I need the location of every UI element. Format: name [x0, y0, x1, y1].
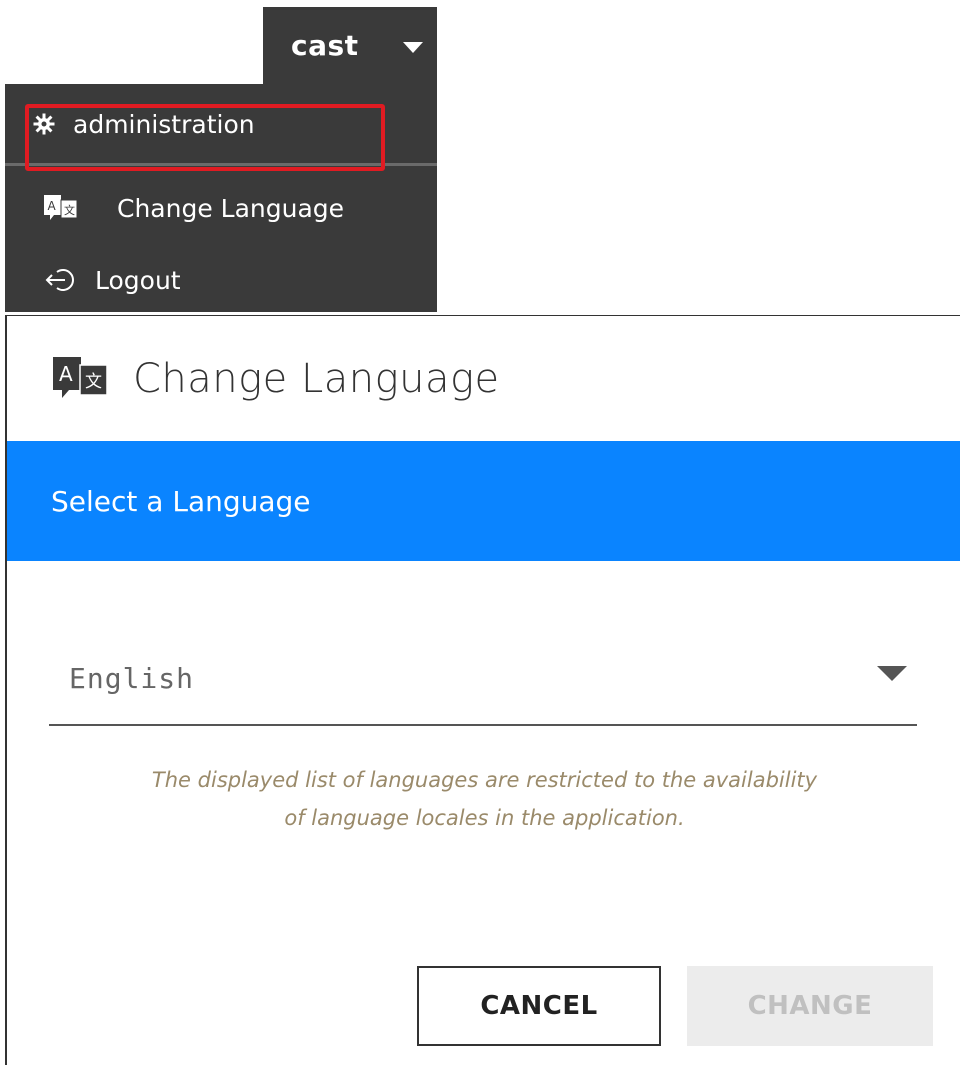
user-name: cast: [291, 29, 359, 62]
section-header: Select a Language: [7, 441, 960, 561]
user-dropdown: administration A 文 Change Language Logou…: [5, 84, 437, 312]
menu-item-label: Change Language: [117, 193, 345, 223]
language-note-line: The displayed list of languages are rest…: [151, 768, 818, 792]
menu-item-logout[interactable]: Logout: [5, 248, 437, 312]
menu-item-label: administration: [73, 109, 255, 139]
section-header-label: Select a Language: [51, 484, 311, 518]
caret-down-icon: [403, 42, 423, 53]
menu-item-administration[interactable]: administration: [5, 84, 437, 164]
page: cast administration A 文 Change Language …: [0, 0, 961, 1065]
translate-icon: A 文: [43, 193, 79, 223]
user-menu-toggle[interactable]: cast: [263, 7, 437, 84]
change-button[interactable]: CHANGE: [687, 966, 933, 1046]
language-note: The displayed list of languages are rest…: [7, 761, 961, 837]
translate-icon: A 文: [51, 354, 109, 404]
menu-item-label: Logout: [95, 265, 181, 295]
menu-item-change-language[interactable]: A 文 Change Language: [5, 168, 437, 248]
cancel-button[interactable]: CANCEL: [417, 966, 661, 1046]
svg-text:文: 文: [85, 372, 102, 392]
language-select[interactable]: English: [49, 646, 917, 726]
gear-icon: [33, 113, 55, 135]
change-language-dialog: A 文 Change Language Select a Language En…: [5, 315, 960, 1065]
logout-icon: [45, 266, 77, 294]
dialog-title: Change Language: [133, 355, 500, 402]
language-note-line: of language locales in the application.: [284, 806, 685, 830]
svg-text:A: A: [48, 199, 57, 213]
language-select-value: English: [69, 662, 195, 695]
svg-text:文: 文: [64, 203, 75, 217]
user-menu: cast administration A 文 Change Language …: [5, 7, 437, 312]
dialog-header: A 文 Change Language: [7, 316, 960, 441]
svg-text:A: A: [59, 362, 73, 386]
caret-down-icon: [877, 666, 907, 681]
menu-divider: [5, 163, 437, 166]
